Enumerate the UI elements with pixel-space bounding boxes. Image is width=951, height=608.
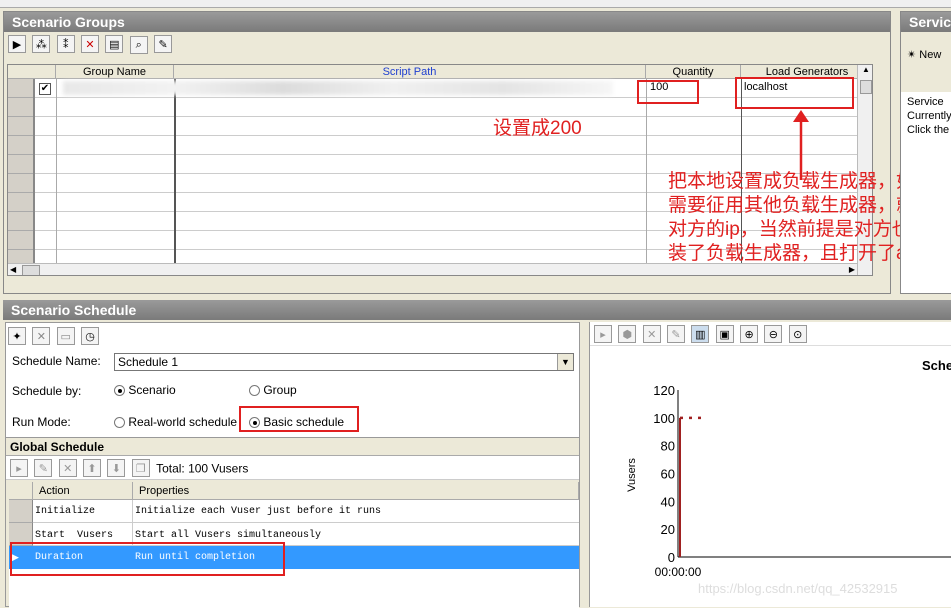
- schedule-by-label: Schedule by:: [12, 384, 82, 398]
- watermark: https://blog.csdn.net/qq_42532915: [698, 581, 898, 596]
- chart-title: Sche: [922, 358, 951, 373]
- schedule-name-label: Schedule Name:: [12, 354, 101, 368]
- quantity-annotation: 设置成200: [493, 118, 582, 139]
- scroll-right-icon[interactable]: ▶: [849, 265, 855, 274]
- y-tick-label: 80: [661, 439, 675, 454]
- schedule-chart-pane: ▸ ⬢ ✕ ✎ ▥ ▣ ⊕ ⊖ ⊙ Sche 120 100 80 60 40 20 0 V…: [589, 322, 951, 607]
- y-tick-label: 120: [653, 383, 675, 398]
- move-up-icon[interactable]: ⬆: [83, 459, 102, 477]
- total-vusers: Total: 100 Vusers: [156, 461, 249, 476]
- copy-icon[interactable]: ❐: [131, 459, 150, 477]
- load-generator-highlight-box: [735, 77, 854, 109]
- details-icon[interactable]: ▤: [105, 35, 124, 53]
- chart-edit-icon[interactable]: ▸: [594, 325, 612, 343]
- service-line3: Click the: [907, 124, 950, 136]
- remove-group-icon[interactable]: ✕: [81, 35, 100, 53]
- schedule-toolbar: ✦ ✕ ▭ ◷: [6, 323, 579, 349]
- y-tick-label: 60: [661, 467, 675, 482]
- service-panel: Servic ✴ New Service Currently Click the: [900, 11, 951, 294]
- col-script-path[interactable]: Script Path: [174, 65, 646, 79]
- new-service-icon[interactable]: ✴: [907, 49, 916, 61]
- top-toolbar-strip: [0, 0, 951, 8]
- quantity-highlight-box: [637, 80, 699, 104]
- y-tick-label: 40: [661, 494, 675, 509]
- move-down-icon[interactable]: ⬇: [107, 459, 126, 477]
- run-mode-label: Run Mode:: [12, 415, 71, 429]
- play-icon[interactable]: ▶: [8, 35, 26, 53]
- add-action-icon[interactable]: ✎: [34, 459, 53, 477]
- schedule-name-value: Schedule 1: [118, 355, 179, 369]
- new-schedule-icon[interactable]: ✦: [8, 327, 26, 345]
- chart-pencil-icon[interactable]: ✎: [667, 325, 686, 343]
- group-enabled-checkbox[interactable]: ✔: [39, 83, 51, 95]
- rename-schedule-icon[interactable]: ▭: [56, 327, 75, 345]
- properties-cell: Start all Vusers simultaneously: [135, 530, 322, 541]
- chart-add-icon[interactable]: ⬢: [618, 325, 637, 343]
- global-schedule-panel: Global Schedule ▸ ✎ ✕ ⬆ ⬇ ❐ Total: 100 V…: [5, 437, 580, 608]
- col-quantity[interactable]: Quantity: [646, 65, 741, 79]
- row-headers: [8, 79, 34, 275]
- service-title: Servic: [901, 12, 951, 32]
- y-axis-label: Vusers: [626, 458, 638, 492]
- y-tick-label: 20: [661, 522, 675, 537]
- radio-group[interactable]: Group: [249, 383, 297, 397]
- new-service-label[interactable]: New: [919, 49, 941, 61]
- chevron-down-icon[interactable]: ▼: [557, 354, 573, 370]
- add-group-icon[interactable]: ⁑: [56, 35, 75, 53]
- service-line1: Service: [907, 96, 944, 108]
- duration-highlight-box: [10, 542, 285, 576]
- zoom-reset-icon[interactable]: ⊙: [788, 325, 807, 343]
- scenario-groups-toolbar: ▶ ⁂ ⁑ ✕ ▤ ⌕ ✎: [4, 32, 890, 56]
- view-script-icon[interactable]: ⌕: [129, 36, 148, 54]
- col-group-name[interactable]: Group Name: [56, 65, 174, 79]
- x-tick-label: 00:00:00: [655, 565, 702, 579]
- chart-toolbar: ▸ ⬢ ✕ ✎ ▥ ▣ ⊕ ⊖ ⊙: [590, 322, 951, 346]
- y-tick-label: 100: [653, 411, 675, 426]
- edit-script-icon[interactable]: ✎: [154, 35, 173, 53]
- radio-real-world[interactable]: Real-world schedule: [114, 415, 237, 429]
- edit-action-icon[interactable]: ▸: [10, 459, 28, 477]
- chart-delete-icon[interactable]: ✕: [642, 325, 661, 343]
- radio-scenario[interactable]: Scenario: [114, 383, 176, 397]
- action-cell: Start Vusers: [35, 530, 114, 541]
- scenario-groups-title: Scenario Groups: [4, 12, 890, 32]
- scroll-thumb[interactable]: [860, 80, 872, 94]
- service-line2: Currently: [907, 110, 951, 122]
- chart-graph-icon[interactable]: ▥: [691, 325, 710, 343]
- y-tick-label: 0: [668, 550, 675, 565]
- col-properties[interactable]: Properties: [133, 482, 579, 500]
- properties-cell: Initialize each Vuser just before it run…: [135, 506, 382, 517]
- blurred-group-and-script: [63, 81, 613, 95]
- vusers-icon[interactable]: ⁂: [32, 35, 51, 53]
- delete-action-icon[interactable]: ✕: [58, 459, 77, 477]
- h-scroll-thumb[interactable]: [22, 265, 40, 275]
- schedule-clock-icon[interactable]: ◷: [81, 327, 100, 345]
- action-cell: Initialize: [35, 506, 96, 517]
- global-schedule-title: Global Schedule: [6, 438, 579, 456]
- delete-schedule-icon[interactable]: ✕: [32, 327, 51, 345]
- zoom-in-icon[interactable]: ⊕: [740, 325, 759, 343]
- global-schedule-toolbar: ▸ ✎ ✕ ⬆ ⬇ ❐ Total: 100 Vusers: [6, 456, 579, 480]
- vusers-chart: 120 100 80 60 40 20 0 Vusers 00:00:00: [626, 383, 951, 579]
- basic-schedule-highlight-box: [239, 406, 359, 432]
- zoom-out-icon[interactable]: ⊖: [764, 325, 783, 343]
- scroll-up-icon[interactable]: ▲: [858, 65, 872, 79]
- scenario-schedule-title: Scenario Schedule: [3, 300, 951, 320]
- table-row[interactable]: Initialize Initialize each Vuser just be…: [9, 500, 579, 523]
- scroll-left-icon[interactable]: ◀: [10, 265, 16, 274]
- chart-fit-icon[interactable]: ▣: [715, 325, 734, 343]
- col-action[interactable]: Action: [33, 482, 133, 500]
- schedule-name-select[interactable]: Schedule 1 ▼: [114, 353, 574, 371]
